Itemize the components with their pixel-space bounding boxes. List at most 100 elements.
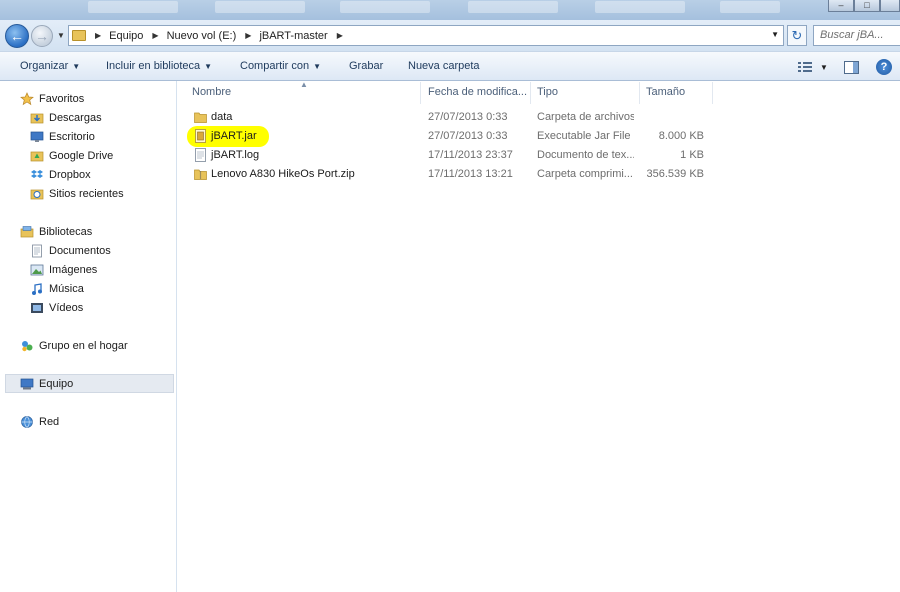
nav-item-label: Escritorio [49,130,95,143]
address-history-dropdown[interactable]: ▼ [771,30,779,39]
jar-file-icon [195,129,206,143]
column-header-size[interactable]: Tamaño [640,82,713,104]
chevron-down-icon: ▼ [313,62,321,71]
close-button[interactable] [880,0,900,12]
column-header-date[interactable]: Fecha de modifica... [422,82,531,104]
music-icon [32,282,42,295]
address-bar[interactable]: ▶ Equipo ▶ Nuevo vol (E:) ▶ jBART-master ▶ … [68,25,784,46]
zip-folder-icon [194,169,207,180]
change-view-button[interactable] [795,57,815,77]
nav-libraries-label: Bibliotecas [39,225,93,238]
share-button[interactable]: Compartir con ▼ [240,60,321,72]
preview-pane-button[interactable] [841,57,861,77]
preview-pane-icon [843,60,859,74]
file-type: Executable Jar File [537,130,631,142]
taskbar-ghost-item [720,1,780,13]
chevron-right-icon[interactable]: ▶ [152,31,158,40]
nav-item-pictures[interactable]: Imágenes [30,260,206,279]
nav-item-documents[interactable]: Documentos [30,241,206,260]
help-button[interactable]: ? [876,59,892,75]
file-row[interactable]: jBART.jar 27/07/2013 0:33 Executable Jar… [189,127,714,146]
search-input[interactable]: Buscar jBA... [813,25,900,46]
window-top-strip: – □ [0,0,900,20]
file-date: 17/11/2013 13:21 [428,168,513,180]
nav-computer-label: Equipo [39,377,74,390]
nav-homegroup[interactable]: Grupo en el hogar [20,336,196,355]
maximize-button[interactable]: □ [854,0,880,12]
file-size: 8.000 KB [658,130,704,142]
organize-button[interactable]: Organizar ▼ [20,60,80,72]
nav-item-videos[interactable]: Vídeos [30,298,206,317]
chevron-right-icon[interactable]: ▶ [245,31,251,40]
navigation-pane: Favoritos Descargas Escritorio Google Dr… [0,81,177,592]
back-button[interactable]: ← [5,24,29,48]
taskbar-ghost-item [88,1,178,13]
column-header-type[interactable]: Tipo [531,82,640,104]
chevron-down-icon: ▼ [72,62,81,71]
taskbar-ghost-item [340,1,430,13]
taskbar-ghost-item [468,1,558,13]
nav-item-music[interactable]: Música [30,279,206,298]
nav-item-downloads[interactable]: Descargas [30,108,206,127]
breadcrumb-equipo[interactable]: Equipo [109,30,143,42]
videos-icon [31,302,43,313]
forward-arrow-icon: → [35,28,49,44]
chevron-right-icon[interactable]: ▶ [95,31,101,40]
nav-item-label: Sitios recientes [49,187,124,200]
refresh-button[interactable]: ↻ [787,25,807,46]
nav-favorites[interactable]: Favoritos [20,89,196,108]
help-icon: ? [880,61,888,73]
breadcrumb-drive[interactable]: Nuevo vol (E:) [167,30,237,42]
google-drive-icon [30,151,44,161]
folder-icon [194,112,207,123]
documents-icon [32,244,42,257]
file-date: 17/11/2013 23:37 [428,149,513,161]
nav-homegroup-label: Grupo en el hogar [39,339,128,352]
file-type: Carpeta de archivos [537,111,634,123]
nav-item-dropbox[interactable]: Dropbox [30,165,206,184]
view-list-icon [798,62,812,72]
minimize-button[interactable]: – [828,0,854,12]
computer-icon [20,378,34,389]
include-label: Incluir en biblioteca [106,60,201,72]
recent-places-icon [30,189,44,199]
column-header-name[interactable]: Nombre [186,82,421,104]
star-icon [20,91,34,105]
include-library-button[interactable]: Incluir en biblioteca ▼ [106,60,212,72]
new-folder-button[interactable]: Nueva carpeta [408,60,480,72]
file-type: Documento de tex... [537,149,634,161]
downloads-folder-icon [30,113,44,123]
nav-item-google-drive[interactable]: Google Drive [30,146,206,165]
back-arrow-icon: ← [10,28,24,44]
burn-button[interactable]: Grabar [349,60,383,72]
nav-network[interactable]: Red [20,412,196,431]
text-file-icon [195,148,206,162]
breadcrumb-folder[interactable]: jBART-master [259,30,327,42]
file-size: 356.539 KB [646,168,705,180]
pictures-icon [30,264,44,275]
nav-item-recent-places[interactable]: Sitios recientes [30,184,206,203]
nav-item-label: Música [49,282,84,295]
command-bar: Organizar ▼ Incluir en biblioteca ▼ Compar… [0,51,900,81]
file-row[interactable]: jBART.log 17/11/2013 23:37 Documento de … [189,146,714,165]
view-options-dropdown[interactable]: ▼ [814,57,834,77]
share-label: Compartir con [240,60,310,72]
recent-pages-dropdown[interactable]: ▼ [57,31,65,40]
file-type: Carpeta comprimi... [537,168,633,180]
nav-item-desktop[interactable]: Escritorio [30,127,206,146]
nav-computer[interactable]: Equipo [5,374,174,393]
file-row[interactable]: data 27/07/2013 0:33 Carpeta de archivos [189,108,714,127]
nav-libraries[interactable]: Bibliotecas [20,222,196,241]
file-row[interactable]: Lenovo A830 HikeOs Port.zip 17/11/2013 1… [189,165,714,184]
window-controls: – □ [828,0,900,12]
chevron-right-icon[interactable]: ▶ [337,31,343,40]
taskbar-ghost-item [215,1,305,13]
nav-favorites-label: Favoritos [39,92,85,105]
file-name: data [211,111,233,123]
desktop-icon [30,131,44,142]
nav-item-label: Dropbox [49,168,91,181]
forward-button[interactable]: → [31,25,53,47]
dropbox-icon [31,169,43,178]
file-name: Lenovo A830 HikeOs Port.zip [211,168,355,180]
homegroup-icon [22,340,33,351]
